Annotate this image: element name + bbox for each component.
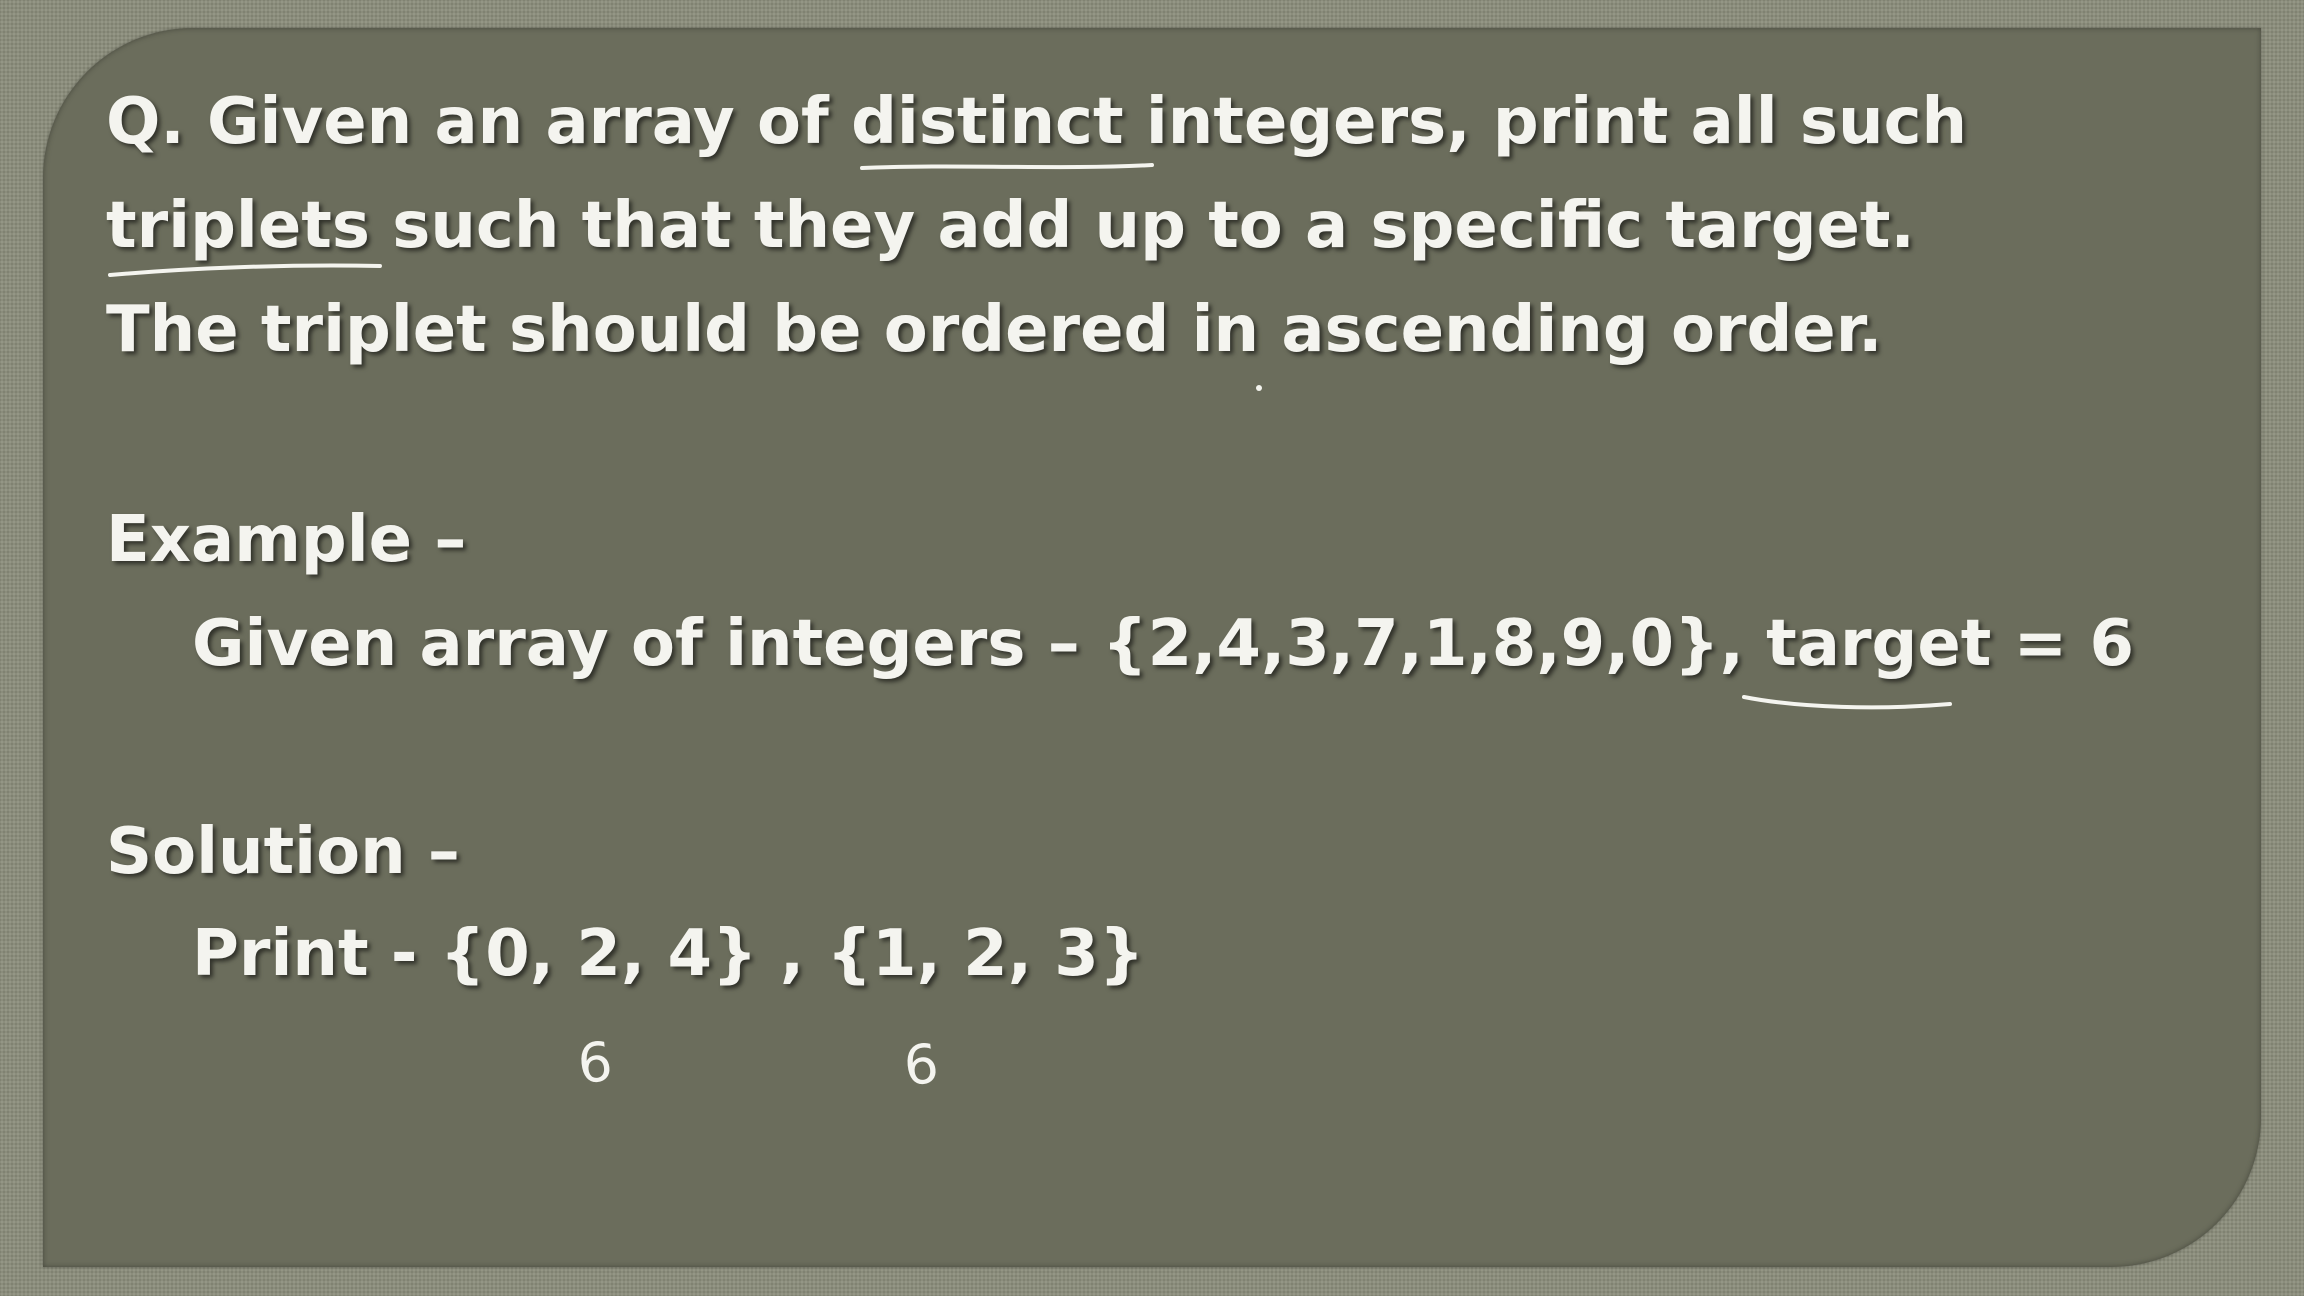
example-target-value: = 6: [1991, 607, 2135, 681]
question-text-1b: integers, print all such: [1123, 85, 1968, 159]
question-line-3: The triplet should be ordered in ascendi…: [106, 293, 1883, 367]
example-heading: Example –: [106, 503, 467, 577]
example-given: Given array of integers – {2,4,3,7,1,8,9…: [192, 612, 2134, 676]
solution-heading: Solution –: [106, 815, 460, 889]
emphasis-target: target: [1766, 607, 1992, 681]
question-text-1a: Q. Given an array of: [106, 85, 852, 159]
question-line-2: triplets such that they add up to a spec…: [106, 194, 1915, 258]
emphasis-triplets: triplets: [106, 189, 370, 263]
example-given-text: Given array of integers – {2,4,3,7,1,8,9…: [192, 607, 1767, 681]
question-line-1: Q. Given an array of distinct integers, …: [106, 90, 1967, 154]
question-text-2: such that they add up to a specific targ…: [369, 189, 1915, 263]
emphasis-distinct: distinct: [851, 85, 1124, 159]
solution-print: Print - {0, 2, 4} , {1, 2, 3}: [192, 917, 1145, 991]
